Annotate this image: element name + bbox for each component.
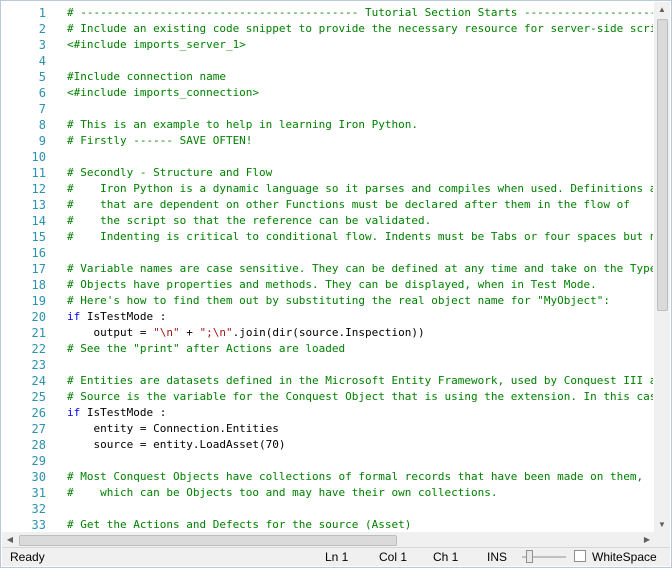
horizontal-scrollbar[interactable]: ◀ ▶ xyxy=(2,532,655,548)
code-token: output = xyxy=(67,326,154,339)
code-token: IsTestMode : xyxy=(80,406,167,419)
code-line: # This is an example to help in learning… xyxy=(67,118,418,131)
line-number: 23 xyxy=(31,358,46,372)
arrow-down-icon[interactable]: ▼ xyxy=(654,517,670,533)
line-number: 29 xyxy=(31,454,46,468)
line-number: 4 xyxy=(38,54,46,68)
line-number: 8 xyxy=(38,118,46,132)
zoom-slider[interactable] xyxy=(522,550,566,564)
zoom-slider-thumb[interactable] xyxy=(526,550,533,563)
line-number: 6 xyxy=(38,86,46,100)
code-line: if IsTestMode : xyxy=(67,405,653,421)
code-token: "\n" xyxy=(153,326,180,339)
line-number: 22 xyxy=(31,342,46,356)
line-number: 20 xyxy=(31,310,46,324)
line-number-gutter: 1 2 3 4 5 6 7 8 9 10 11 12 13 14 15 16 17 18 19 20 21 22 23 24 2… xyxy=(2,5,50,533)
scrollbar-corner xyxy=(654,532,670,548)
line-number: 15 xyxy=(31,230,46,244)
line-number: 2 xyxy=(38,22,46,36)
code-line: entity = Connection.Entities xyxy=(67,422,279,435)
status-bar: Ready Ln 1 Col 1 Ch 1 INS WhiteSpace xyxy=(2,547,670,566)
code-line: # Firstly ------ SAVE OFTEN! xyxy=(67,134,253,147)
code-line: # Variable names are case sensitive. The… xyxy=(67,262,653,275)
code-line: # Iron Python is a dynamic language so i… xyxy=(67,182,653,195)
code-line: # Source is the variable for the Conques… xyxy=(67,390,653,403)
line-number: 1 xyxy=(38,6,46,20)
code-token: if xyxy=(67,406,81,419)
vertical-scroll-thumb[interactable] xyxy=(657,19,668,311)
line-number: 19 xyxy=(31,294,46,308)
line-number: 26 xyxy=(31,406,46,420)
status-state: Ready xyxy=(10,550,45,564)
code-line: # that are dependent on other Functions … xyxy=(67,198,630,211)
line-number: 17 xyxy=(31,262,46,276)
line-number: 24 xyxy=(31,374,46,388)
code-line: # See the "print" after Actions are load… xyxy=(67,342,346,355)
code-line: # Include an existing code snippet to pr… xyxy=(67,22,653,35)
code-line: <#include imports_server_1> xyxy=(67,38,246,51)
status-insert-mode: INS xyxy=(487,550,508,564)
code-editor[interactable]: 1 2 3 4 5 6 7 8 9 10 11 12 13 14 15 16 17 18 19 20 21 22 23 24 2… xyxy=(0,0,672,568)
code-line: # --------------------------------------… xyxy=(67,6,653,19)
code-token: IsTestMode : xyxy=(80,310,167,323)
code-token: ";\n" xyxy=(199,326,233,339)
code-line: # the script so that the reference can b… xyxy=(67,214,432,227)
code-line: # Most Conquest Objects have collections… xyxy=(67,470,644,483)
line-number: 30 xyxy=(31,470,46,484)
line-number: 33 xyxy=(31,518,46,532)
status-character: Ch 1 xyxy=(433,550,459,564)
line-number: 5 xyxy=(38,70,46,84)
code-line: # Entities are datasets defined in the M… xyxy=(67,374,653,387)
code-line: # Secondly - Structure and Flow xyxy=(67,166,273,179)
whitespace-label: WhiteSpace xyxy=(592,550,657,564)
code-line: # Objects have properties and methods. T… xyxy=(67,278,597,291)
arrow-left-icon[interactable]: ◀ xyxy=(2,532,18,548)
line-number: 12 xyxy=(31,182,46,196)
code-line: #Include connection name xyxy=(67,70,226,83)
code-line: output = "\n" + ";\n".join(dir(source.In… xyxy=(67,325,653,341)
code-token: if xyxy=(67,310,81,323)
code-line: # Here's how to find them out by substit… xyxy=(67,294,611,307)
line-number: 7 xyxy=(38,102,46,116)
code-line: source = entity.LoadAsset(70) xyxy=(67,438,286,451)
line-number: 31 xyxy=(31,486,46,500)
code-line: # which can be Objects too and may have … xyxy=(67,486,498,499)
code-line: <#include imports_connection> xyxy=(67,86,260,99)
vertical-scrollbar[interactable]: ▲ ▼ xyxy=(654,2,670,533)
horizontal-scroll-thumb[interactable] xyxy=(19,535,397,546)
code-line: # Indenting is critical to conditional f… xyxy=(67,230,653,243)
line-number: 18 xyxy=(31,278,46,292)
whitespace-checkbox[interactable] xyxy=(574,550,586,562)
line-number: 16 xyxy=(31,246,46,260)
line-number: 28 xyxy=(31,438,46,452)
line-number: 25 xyxy=(31,390,46,404)
line-number: 11 xyxy=(31,166,46,180)
line-number: 9 xyxy=(38,134,46,148)
code-token: + xyxy=(179,326,200,339)
arrow-up-icon[interactable]: ▲ xyxy=(654,2,670,18)
line-number: 13 xyxy=(31,198,46,212)
line-number: 14 xyxy=(31,214,46,228)
status-column: Col 1 xyxy=(379,550,408,564)
arrow-right-icon[interactable]: ▶ xyxy=(639,532,655,548)
code-line: # Get the Actions and Defects for the so… xyxy=(67,518,412,531)
line-number: 10 xyxy=(31,150,46,164)
status-line: Ln 1 xyxy=(325,550,349,564)
code-token: .join(dir(source.Inspection)) xyxy=(232,326,425,339)
line-number: 27 xyxy=(31,422,46,436)
code-line: if IsTestMode : xyxy=(67,309,653,325)
line-number: 32 xyxy=(31,502,46,516)
code-text-area[interactable]: # --------------------------------------… xyxy=(67,5,653,533)
line-number: 3 xyxy=(38,38,46,52)
line-number: 21 xyxy=(31,326,46,340)
